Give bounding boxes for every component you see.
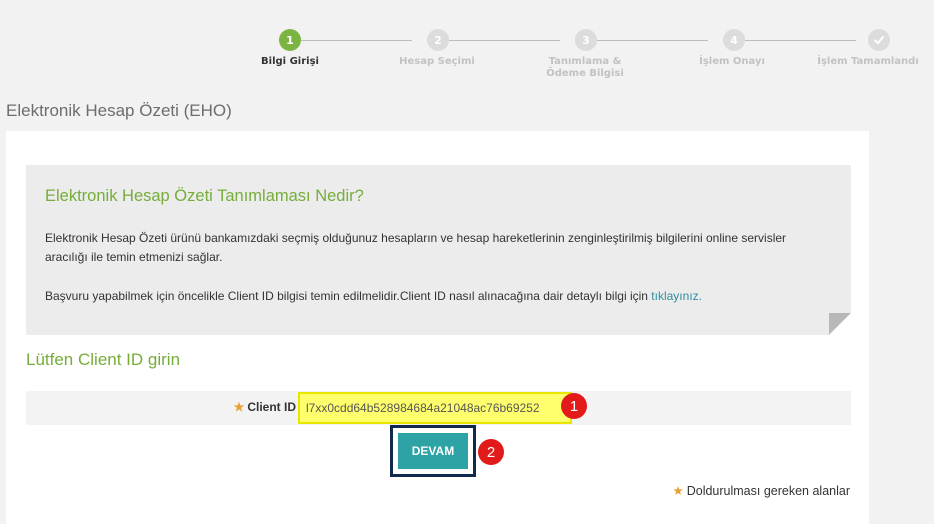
client-id-label: ★ Client ID (234, 400, 296, 414)
devam-button[interactable]: DEVAM (398, 433, 468, 469)
details-link[interactable]: tıklayınız. (651, 289, 702, 303)
info-paragraph-client-id: Başvuru yapabilmek için öncelikle Client… (45, 287, 835, 306)
step-3-circle: 3 (575, 29, 597, 51)
client-id-input[interactable] (298, 392, 572, 424)
step-3-number: 3 (582, 33, 590, 47)
progress-stepper: 1 2 3 4 Bilgi Girişi Hesap Seçimi Tanıml… (0, 0, 934, 90)
page-fold-corner (829, 313, 851, 335)
info-title: Elektronik Hesap Özeti Tanımlaması Nedir… (45, 187, 364, 205)
step-4-number: 4 (730, 33, 738, 47)
annotation-marker-2: 2 (478, 439, 504, 465)
step-2-label: Hesap Seçimi (399, 56, 475, 67)
check-icon (874, 36, 884, 44)
client-id-label-text: Client ID (247, 400, 296, 414)
step-1-number: 1 (286, 33, 294, 47)
info-paragraph-text: Başvuru yapabilmek için öncelikle Client… (45, 289, 648, 303)
submit-highlight-frame: DEVAM (390, 425, 476, 477)
step-connector (745, 40, 856, 41)
required-star-icon: ★ (233, 400, 245, 414)
step-2-circle: 2 (427, 29, 449, 51)
required-fields-note: ★ Doldurulması gereken alanlar (673, 483, 851, 498)
step-4-label: İşlem Onayı (699, 56, 765, 67)
step-2-number: 2 (434, 33, 442, 47)
step-connector (301, 40, 412, 41)
step-5-label: İşlem Tamamlandı (817, 56, 919, 67)
client-id-row: ★ Client ID (26, 391, 851, 425)
step-4-circle: 4 (723, 29, 745, 51)
main-card: Elektronik Hesap Özeti Tanımlaması Nedir… (6, 131, 869, 524)
step-connector (449, 40, 560, 41)
step-5-circle (868, 29, 890, 51)
info-box: Elektronik Hesap Özeti Tanımlaması Nedir… (26, 165, 851, 335)
page-title: Elektronik Hesap Özeti (EHO) (6, 101, 232, 120)
info-paragraph: Elektronik Hesap Özeti ürünü bankamızdak… (45, 231, 787, 264)
annotation-marker-1: 1 (561, 393, 587, 419)
step-3-label: Tanımlama & Ödeme Bilgisi (546, 56, 624, 79)
step-1-circle: 1 (279, 29, 301, 51)
step-1-label: Bilgi Girişi (261, 56, 319, 67)
step-connector (597, 40, 708, 41)
section-title: Lütfen Client ID girin (26, 350, 181, 369)
required-star-icon: ★ (672, 484, 684, 498)
required-note-text: Doldurulması gereken alanlar (686, 484, 850, 498)
